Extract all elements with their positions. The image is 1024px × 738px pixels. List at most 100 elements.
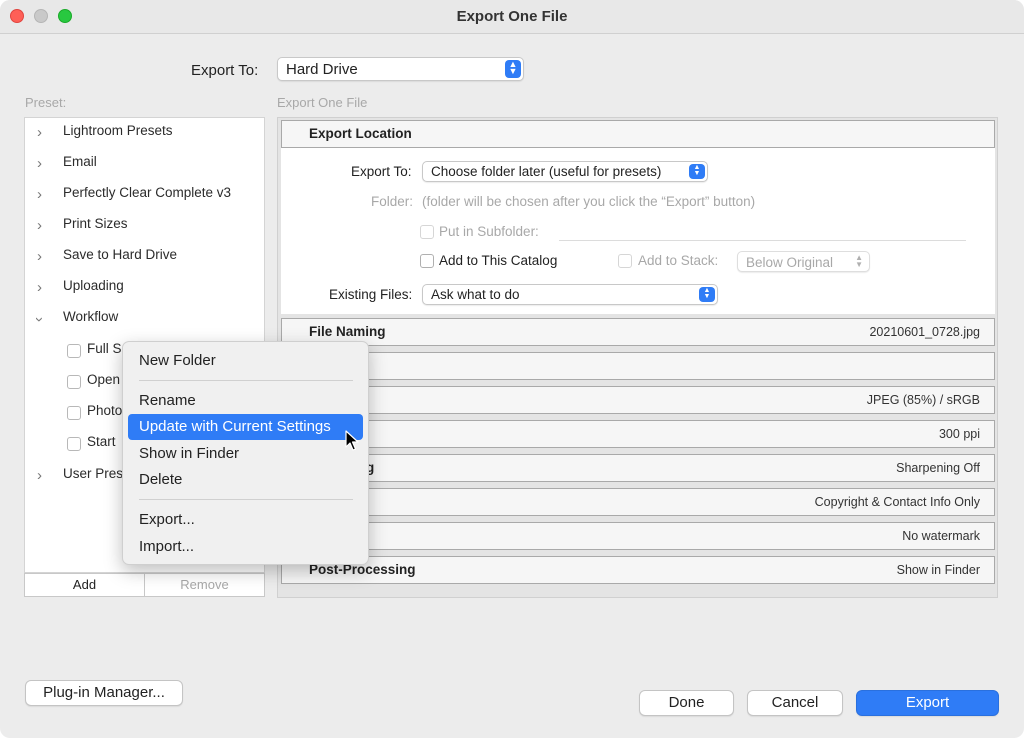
location-export-to-value: Choose folder later (useful for presets) <box>431 164 662 179</box>
preset-checkbox[interactable] <box>67 375 81 389</box>
section-video[interactable] <box>281 352 995 380</box>
add-to-catalog-checkbox[interactable] <box>420 254 434 268</box>
chevron-down-icon[interactable]: › <box>31 317 48 322</box>
preset-folder-email[interactable]: › Email <box>25 149 264 179</box>
section-file-naming[interactable]: File Naming 20210601_0728.jpg <box>281 318 995 346</box>
preset-folder-label: Print Sizes <box>63 216 128 231</box>
preset-item-label: Start <box>87 434 116 449</box>
folder-label: Folder: <box>371 194 414 209</box>
preset-folder-label: Perfectly Clear Complete v3 <box>63 185 232 200</box>
menu-item-new-folder[interactable]: New Folder <box>128 348 363 374</box>
section-output-sharpening[interactable]: harpening Sharpening Off <box>281 454 995 482</box>
popup-stepper-icon: ▲ ▼ <box>699 287 715 302</box>
preset-checkbox[interactable] <box>67 344 81 358</box>
panel-header: Export One File <box>277 95 368 110</box>
title-bar: Export One File <box>0 0 1024 34</box>
menu-item-label: New Folder <box>139 352 216 369</box>
chevron-right-icon[interactable]: › <box>37 124 42 141</box>
chevron-right-icon[interactable]: › <box>37 155 42 172</box>
preset-folder-label: User Pres <box>63 466 124 481</box>
export-button[interactable]: Export <box>856 690 999 716</box>
section-summary: Copyright & Contact Info Only <box>814 495 980 509</box>
preset-folder-print-sizes[interactable]: › Print Sizes <box>25 211 264 241</box>
stack-position-popup[interactable]: Below Original ▲ ▼ <box>737 251 870 272</box>
subfolder-checkbox[interactable] <box>420 225 434 239</box>
preset-item-label: Photo <box>87 403 123 418</box>
section-title: File Naming <box>309 324 386 339</box>
section-image-sizing[interactable]: zing 300 ppi <box>281 420 995 448</box>
preset-folder-lightroom[interactable]: › Lightroom Presets <box>25 118 264 148</box>
subfolder-field[interactable] <box>559 240 966 241</box>
menu-item-label: Update with Current Settings <box>139 418 331 435</box>
section-post-processing[interactable]: Post-Processing Show in Finder <box>281 556 995 584</box>
cancel-button[interactable]: Cancel <box>747 690 843 716</box>
menu-item-label: Import... <box>139 538 195 555</box>
mouse-cursor-icon <box>345 430 359 451</box>
menu-item-label: Rename <box>139 392 196 409</box>
done-button[interactable]: Done <box>639 690 734 716</box>
preset-folder-workflow[interactable]: › Workflow <box>25 304 264 334</box>
section-summary: No watermark <box>902 529 980 543</box>
menu-item-label: Export... <box>139 511 195 528</box>
preset-folder-label: Uploading <box>63 278 124 293</box>
export-to-value: Hard Drive <box>286 61 358 78</box>
existing-files-popup[interactable]: Ask what to do ▲ ▼ <box>422 284 718 305</box>
chevron-updown-icon: ▲ ▼ <box>855 253 863 269</box>
chevron-right-icon[interactable]: › <box>37 186 42 203</box>
location-export-to-label: Export To: <box>351 164 412 179</box>
preset-folder-perfectly-clear[interactable]: › Perfectly Clear Complete v3 <box>25 180 264 210</box>
preset-label: Preset: <box>25 95 67 110</box>
preset-checkbox[interactable] <box>67 406 81 420</box>
menu-item-update-settings[interactable]: Update with Current Settings <box>128 414 363 440</box>
menu-separator <box>139 499 353 500</box>
menu-item-delete[interactable]: Delete <box>128 467 363 493</box>
menu-item-rename[interactable]: Rename <box>128 388 363 414</box>
preset-context-menu: New Folder Rename Update with Current Se… <box>122 341 369 565</box>
section-summary: Sharpening Off <box>896 461 980 475</box>
chevron-right-icon[interactable]: › <box>37 467 42 484</box>
plugin-manager-button[interactable]: Plug-in Manager... <box>25 680 183 706</box>
section-watermarking[interactable]: rking No watermark <box>281 522 995 550</box>
menu-item-import[interactable]: Import... <box>128 534 363 560</box>
section-metadata[interactable]: a Copyright & Contact Info Only <box>281 488 995 516</box>
menu-separator <box>139 380 353 381</box>
chevron-right-icon[interactable]: › <box>37 279 42 296</box>
menu-item-show-in-finder[interactable]: Show in Finder <box>128 441 363 467</box>
existing-files-value: Ask what to do <box>431 287 520 302</box>
add-to-stack-label: Add to Stack: <box>638 253 719 268</box>
preset-button-bar: Add Remove <box>24 573 265 597</box>
chevron-right-icon[interactable]: › <box>37 217 42 234</box>
menu-item-label: Delete <box>139 471 183 488</box>
export-to-popup[interactable]: Hard Drive ▲ ▼ <box>277 57 524 81</box>
remove-preset-button[interactable]: Remove <box>145 574 264 596</box>
preset-folder-label: Workflow <box>63 309 119 324</box>
add-to-stack-checkbox[interactable] <box>618 254 632 268</box>
preset-item-label: Open <box>87 372 121 387</box>
preset-folder-save-to-hard-drive[interactable]: › Save to Hard Drive <box>25 242 264 272</box>
section-file-settings[interactable]: ngs JPEG (85%) / sRGB <box>281 386 995 414</box>
preset-folder-label: Email <box>63 154 97 169</box>
subfolder-label: Put in Subfolder: <box>439 224 539 239</box>
menu-item-export[interactable]: Export... <box>128 507 363 533</box>
chevron-right-icon[interactable]: › <box>37 248 42 265</box>
preset-item-label: Full S <box>87 341 122 356</box>
folder-value: (folder will be chosen after you click t… <box>422 194 756 209</box>
add-preset-button[interactable]: Add <box>25 574 145 596</box>
preset-folder-uploading[interactable]: › Uploading <box>25 273 264 303</box>
preset-folder-label: Save to Hard Drive <box>63 247 178 262</box>
export-to-label: Export To: <box>191 62 259 79</box>
preset-checkbox[interactable] <box>67 437 81 451</box>
window-title: Export One File <box>456 8 568 25</box>
popup-stepper-icon: ▲ ▼ <box>505 60 521 78</box>
section-summary: JPEG (85%) / sRGB <box>866 393 980 407</box>
section-summary: 300 ppi <box>938 427 980 441</box>
menu-item-label: Show in Finder <box>139 445 240 462</box>
section-summary: Show in Finder <box>896 563 980 577</box>
popup-stepper-icon: ▲ ▼ <box>689 164 705 179</box>
section-export-location[interactable]: Export Location <box>281 120 995 148</box>
stack-position-value: Below Original <box>746 255 834 270</box>
existing-files-label: Existing Files: <box>329 287 413 302</box>
section-summary: 20210601_0728.jpg <box>869 325 980 339</box>
section-title: Export Location <box>309 126 412 141</box>
location-export-to-popup[interactable]: Choose folder later (useful for presets)… <box>422 161 708 182</box>
